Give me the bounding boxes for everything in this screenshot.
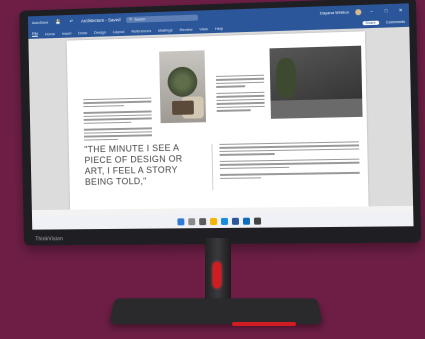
comments-button[interactable]: Comments <box>386 20 405 25</box>
avatar[interactable] <box>355 9 361 15</box>
edge-browser-icon[interactable] <box>220 217 227 224</box>
search-box[interactable]: 🔍 Search <box>126 14 198 22</box>
tab-layout[interactable]: Layout <box>113 28 125 33</box>
tab-mailings[interactable]: Mailings <box>158 27 173 32</box>
user-name[interactable]: Dayana Whitton <box>320 9 349 15</box>
middle-column-text <box>216 75 265 114</box>
interior-photo <box>269 46 362 119</box>
title-bar-spacer <box>204 13 314 17</box>
tab-review[interactable]: Review <box>179 26 192 31</box>
tab-insert[interactable]: Insert <box>62 30 72 35</box>
bezel-logo: ThinkVision <box>35 236 63 242</box>
tab-help[interactable]: Help <box>215 25 223 30</box>
tab-home[interactable]: Home <box>45 31 55 36</box>
tab-draw[interactable]: Draw <box>78 30 87 35</box>
document-title: Architecture - Saved <box>81 17 121 23</box>
maximize-icon[interactable]: □ <box>382 8 390 13</box>
document-page[interactable]: "THE MINUTE I SEE A PIECE OF DESIGN OR A… <box>67 31 369 209</box>
undo-icon[interactable]: ↶ <box>68 18 76 24</box>
task-view-icon[interactable] <box>199 218 206 225</box>
save-icon[interactable]: 💾 <box>54 19 62 25</box>
product-photo-scene: AutoSave 💾 ↶ Architecture - Saved 🔍 Sear… <box>0 0 425 339</box>
tab-view[interactable]: View <box>199 26 208 31</box>
mail-app-icon[interactable] <box>242 217 249 224</box>
cable-management-slot <box>213 262 221 288</box>
search-icon[interactable] <box>188 218 195 225</box>
plant-pot <box>172 101 194 115</box>
windows-start-icon[interactable] <box>177 218 184 225</box>
store-app-icon[interactable] <box>253 217 260 224</box>
monitor: AutoSave 💾 ↶ Architecture - Saved 🔍 Sear… <box>19 0 421 245</box>
search-icon: 🔍 <box>129 17 133 21</box>
column-divider <box>211 144 213 190</box>
document-canvas[interactable]: "THE MINUTE I SEE A PIECE OF DESIGN OR A… <box>28 27 413 210</box>
tab-references[interactable]: References <box>131 28 151 34</box>
interior-floor <box>271 99 363 119</box>
search-placeholder: Search <box>134 17 145 21</box>
stand-base-accent <box>232 322 296 326</box>
interior-plant <box>276 58 297 99</box>
close-icon[interactable]: ✕ <box>396 7 404 13</box>
minimize-icon[interactable]: – <box>367 9 375 14</box>
tab-design[interactable]: Design <box>94 29 106 34</box>
share-button[interactable]: Share <box>362 21 379 26</box>
autosave-toggle[interactable]: AutoSave <box>32 20 49 25</box>
right-column-text <box>219 141 359 181</box>
plant-leaves <box>167 67 197 98</box>
pull-quote: "THE MINUTE I SEE A PIECE OF DESIGN OR A… <box>84 142 202 188</box>
plant-photo <box>159 50 206 123</box>
taskbar <box>32 212 414 230</box>
word-app-icon[interactable] <box>231 217 238 224</box>
left-column-text <box>83 98 152 143</box>
file-explorer-icon[interactable] <box>209 218 216 225</box>
monitor-screen: AutoSave 💾 ↶ Architecture - Saved 🔍 Sear… <box>28 3 414 229</box>
tab-file[interactable]: File <box>32 31 38 37</box>
monitor-stand-base <box>109 298 322 324</box>
